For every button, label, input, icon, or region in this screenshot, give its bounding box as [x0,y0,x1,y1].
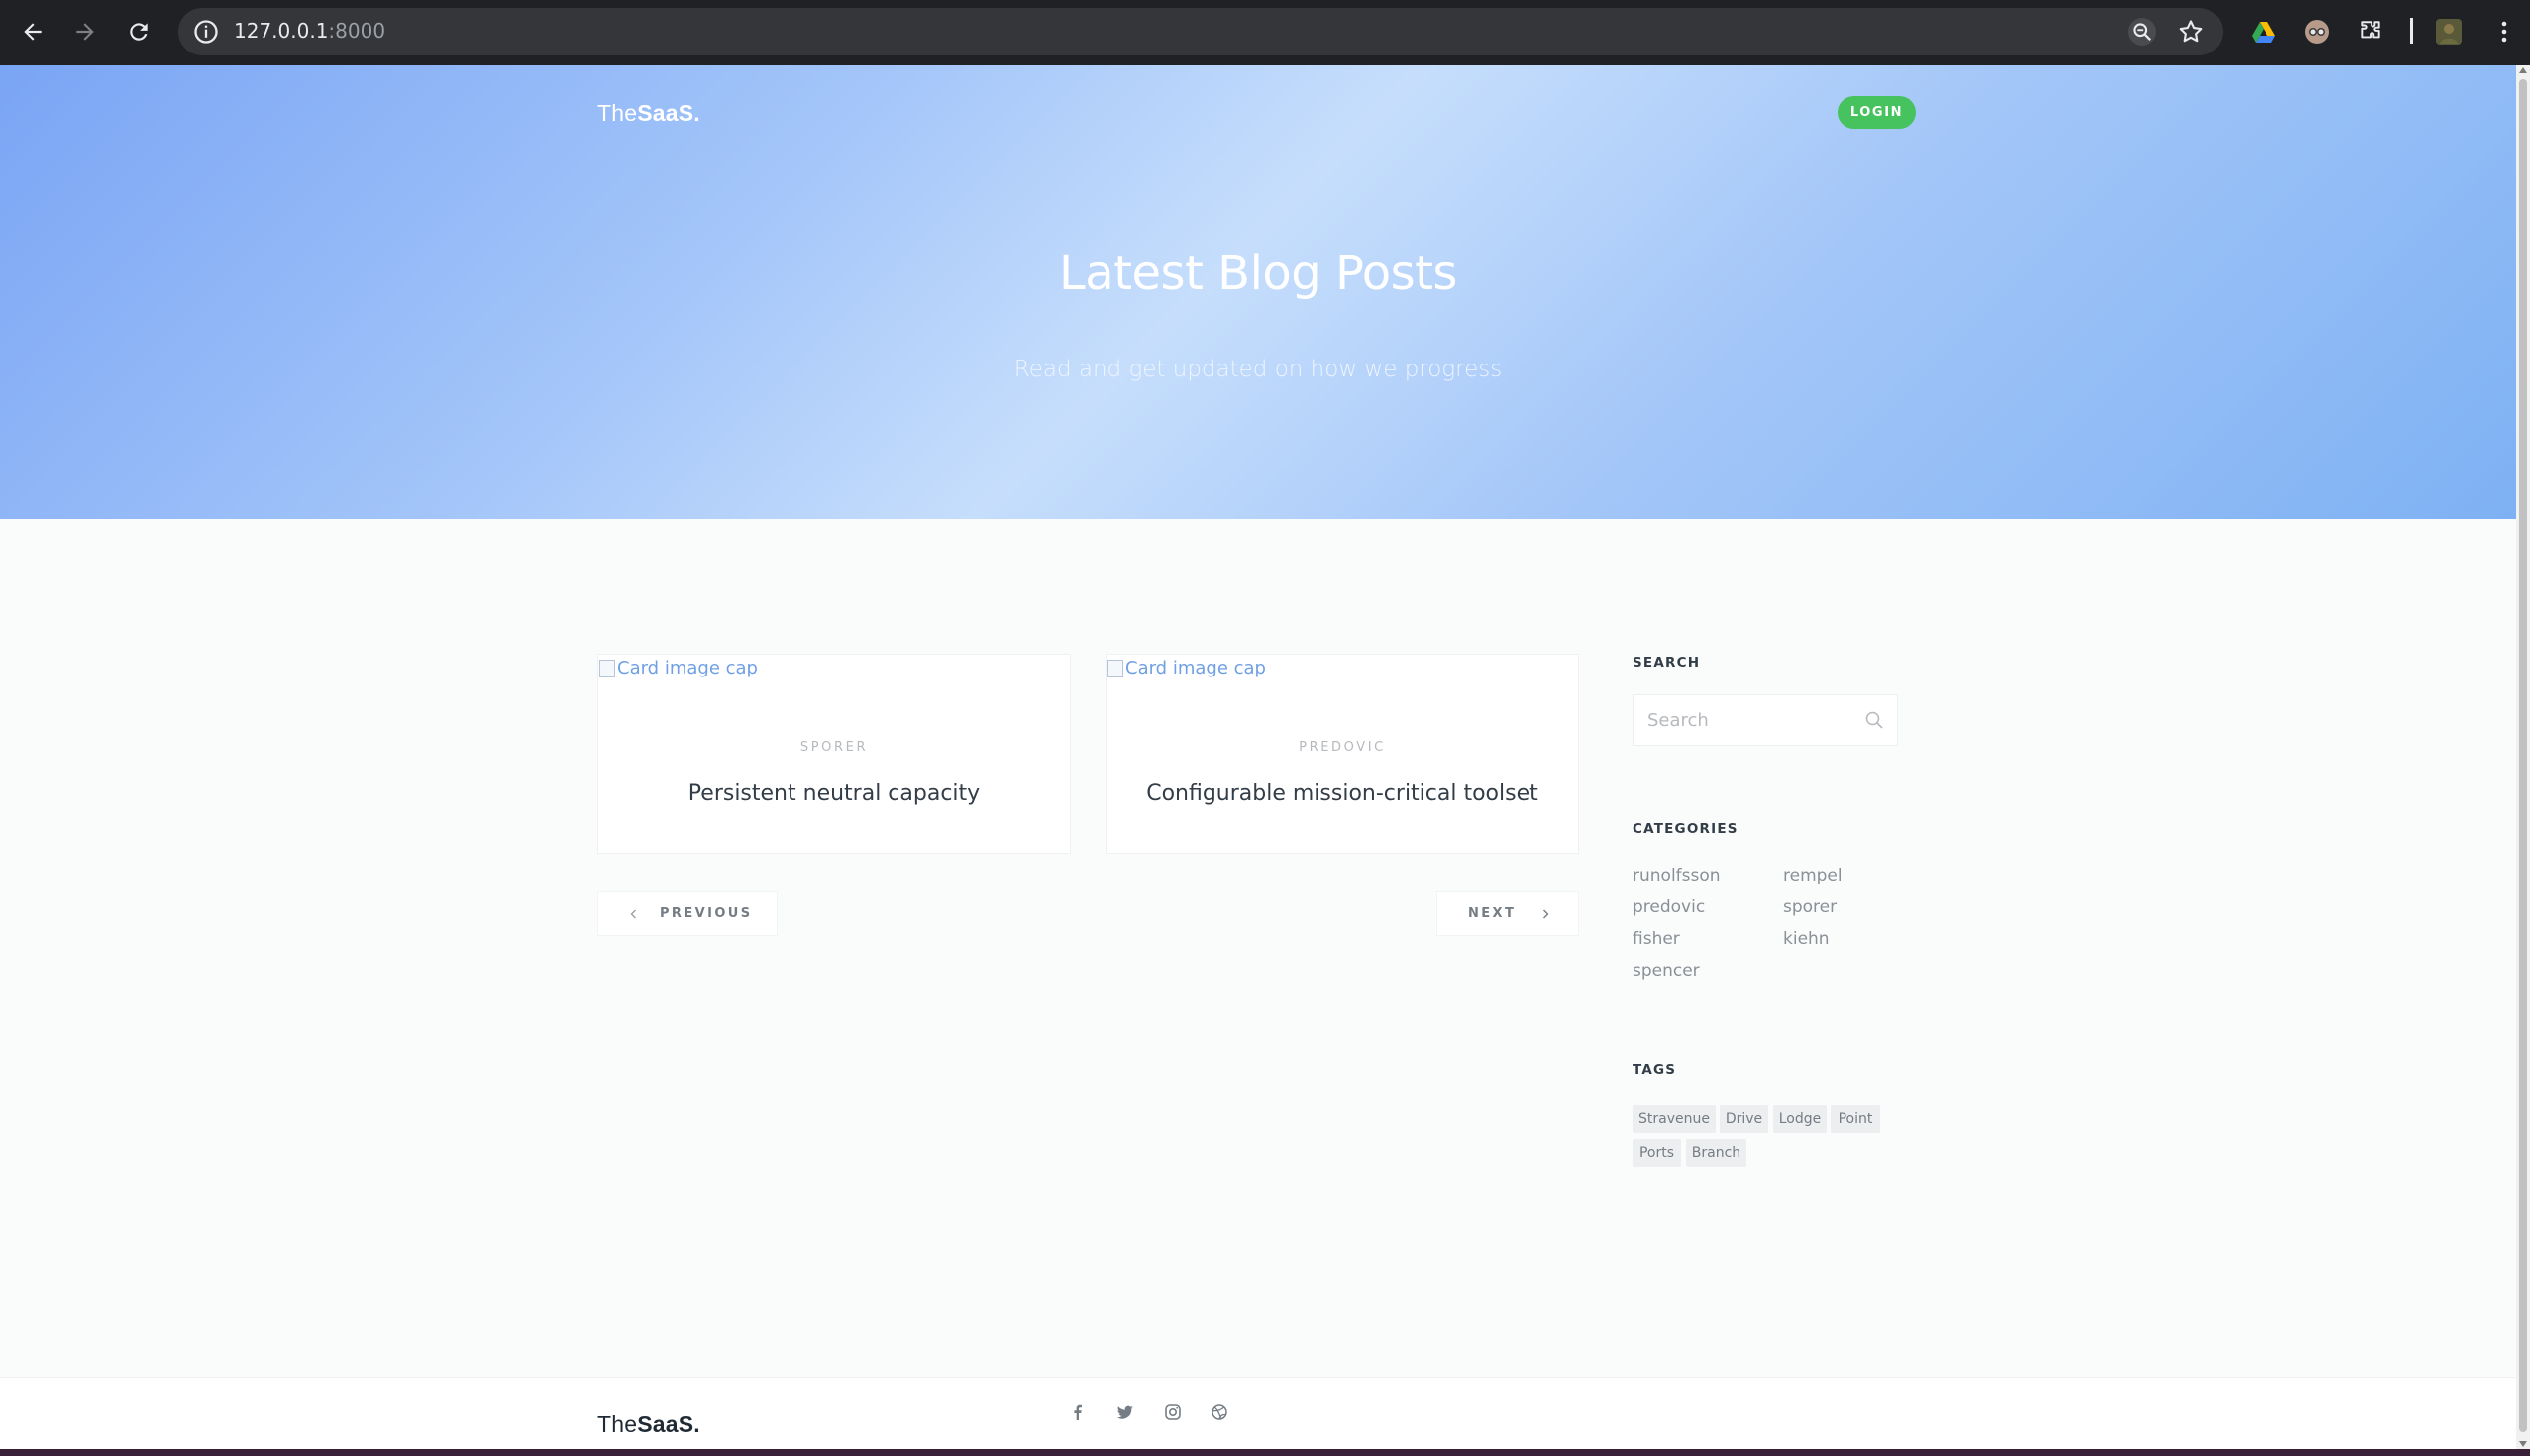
post-title[interactable]: Persistent neutral capacity [598,781,1070,806]
scroll-up-arrow-icon[interactable] [2519,67,2527,73]
chrome-menu-icon[interactable] [2488,16,2520,48]
tag-ports[interactable]: Ports [1633,1139,1681,1167]
category-link-runolfsson[interactable]: runolfsson [1633,866,1721,885]
tag-point[interactable]: Point [1831,1105,1880,1133]
google-drive-extension-icon[interactable] [2248,16,2279,48]
back-button[interactable] [15,14,51,50]
forward-arrow-icon [76,23,94,41]
toolbar-divider [2410,18,2413,44]
dribbble-icon [1212,1404,1227,1420]
card-image-alt: Card image cap [1125,658,1266,678]
next-page-button[interactable]: NEXT [1436,891,1579,936]
search-icon[interactable] [1864,710,1884,730]
categories-heading: CATEGORIES [1633,821,1739,837]
post-author[interactable]: SPORER [598,740,1070,755]
forward-button[interactable] [67,14,103,50]
hero-header: TheSaaS. LOGIN Latest Blog Posts Read an… [0,65,2516,519]
chevron-left-icon [630,909,636,918]
tags-heading: TAGS [1633,1062,1677,1078]
back-arrow-icon [24,23,42,41]
window-bottom-edge [0,1449,2530,1456]
instagram-icon [1165,1404,1181,1420]
twitter-link[interactable] [1112,1400,1138,1425]
broken-image-icon [1107,659,1123,677]
bookmark-star-icon[interactable] [2177,18,2205,46]
site-logo[interactable]: TheSaaS. [597,100,700,127]
login-button[interactable]: LOGIN [1838,96,1916,129]
scrollbar-thumb[interactable] [2519,79,2527,1432]
profile-avatar[interactable] [2433,16,2465,48]
facebook-link[interactable] [1065,1400,1091,1425]
search-heading: SEARCH [1633,655,1701,671]
logo-text-light: The [597,1411,638,1437]
browser-toolbar: 127.0.0.1:8000 [0,0,2530,65]
page-viewport: TheSaaS. LOGIN Latest Blog Posts Read an… [0,65,2516,1449]
logo-text-light: The [597,100,638,126]
post-author[interactable]: PREDOVIC [1107,740,1578,755]
previous-page-button[interactable]: PREVIOUS [597,891,778,936]
reload-icon [130,23,148,41]
search-field[interactable] [1633,694,1898,746]
zoom-icon[interactable] [2128,18,2156,46]
site-info-icon[interactable] [192,18,220,46]
category-link-spencer[interactable]: spencer [1633,961,1700,981]
twitter-icon [1117,1405,1133,1419]
category-link-fisher[interactable]: fisher [1633,929,1680,949]
chevron-right-icon [1543,909,1549,918]
extensions-puzzle-icon[interactable] [2355,16,2386,48]
card-image-link[interactable]: Card image cap [599,658,758,678]
category-link-kiehn[interactable]: kiehn [1783,929,1830,949]
search-input[interactable] [1647,707,1855,733]
reload-button[interactable] [121,14,157,50]
site-footer: TheSaaS. [0,1377,2516,1449]
category-link-sporer[interactable]: sporer [1783,897,1837,917]
tag-branch[interactable]: Branch [1686,1139,1746,1167]
page-subtitle: Read and get updated on how we progress [1013,357,1503,382]
scroll-down-arrow-icon[interactable] [2519,1441,2527,1447]
category-link-predovic[interactable]: predovic [1633,897,1705,917]
url-text: 127.0.0.1:8000 [234,19,386,43]
card-image-alt: Card image cap [617,658,758,678]
card-image-link[interactable]: Card image cap [1107,658,1266,678]
instagram-link[interactable] [1160,1400,1186,1425]
previous-label: PREVIOUS [660,906,753,921]
category-link-rempel[interactable]: rempel [1783,866,1843,885]
tag-lodge[interactable]: Lodge [1773,1105,1827,1133]
facebook-icon [1074,1404,1082,1420]
next-label: NEXT [1468,906,1517,921]
dribbble-link[interactable] [1207,1400,1232,1425]
post-title[interactable]: Configurable mission-critical toolset [1107,781,1578,806]
footer-logo[interactable]: TheSaaS. [597,1411,700,1438]
logo-text-bold: SaaS. [637,1411,700,1437]
tag-drive[interactable]: Drive [1720,1105,1768,1133]
page-scrollbar[interactable] [2516,65,2530,1449]
blog-post-card[interactable]: Card image cap SPORER Persistent neutral… [597,654,1071,854]
page-title: Latest Blog Posts [1059,246,1457,301]
address-bar[interactable]: 127.0.0.1:8000 [178,8,2223,55]
tag-stravenue[interactable]: Stravenue [1633,1105,1716,1133]
broken-image-icon [599,659,615,677]
spy-extension-icon[interactable] [2301,16,2333,48]
blog-post-card[interactable]: Card image cap PREDOVIC Configurable mis… [1106,654,1579,854]
logo-text-bold: SaaS. [637,100,700,126]
